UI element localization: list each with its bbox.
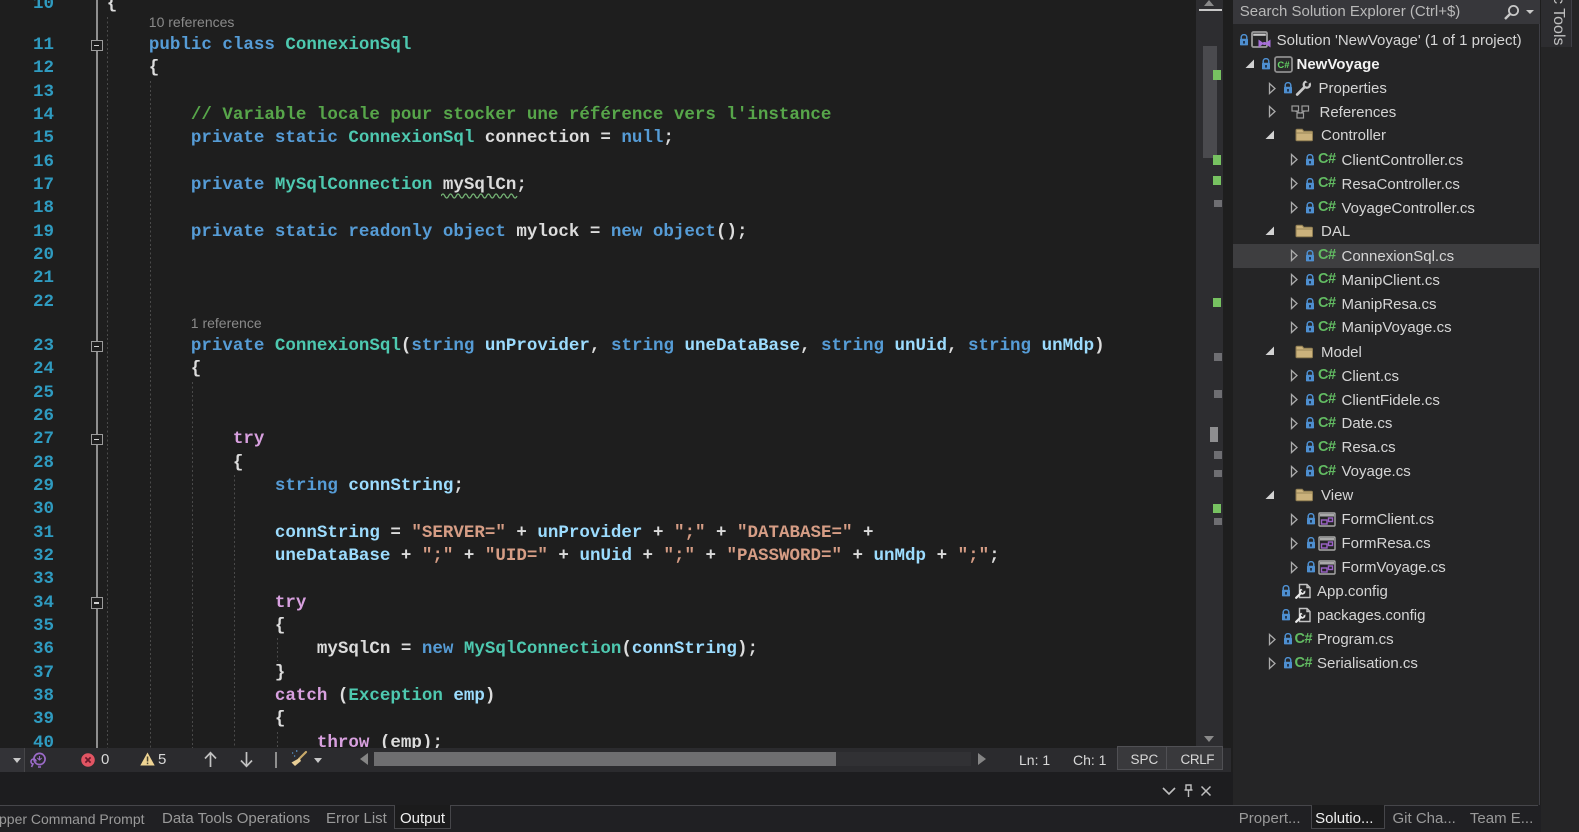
svg-text:C#: C# — [1277, 60, 1290, 71]
